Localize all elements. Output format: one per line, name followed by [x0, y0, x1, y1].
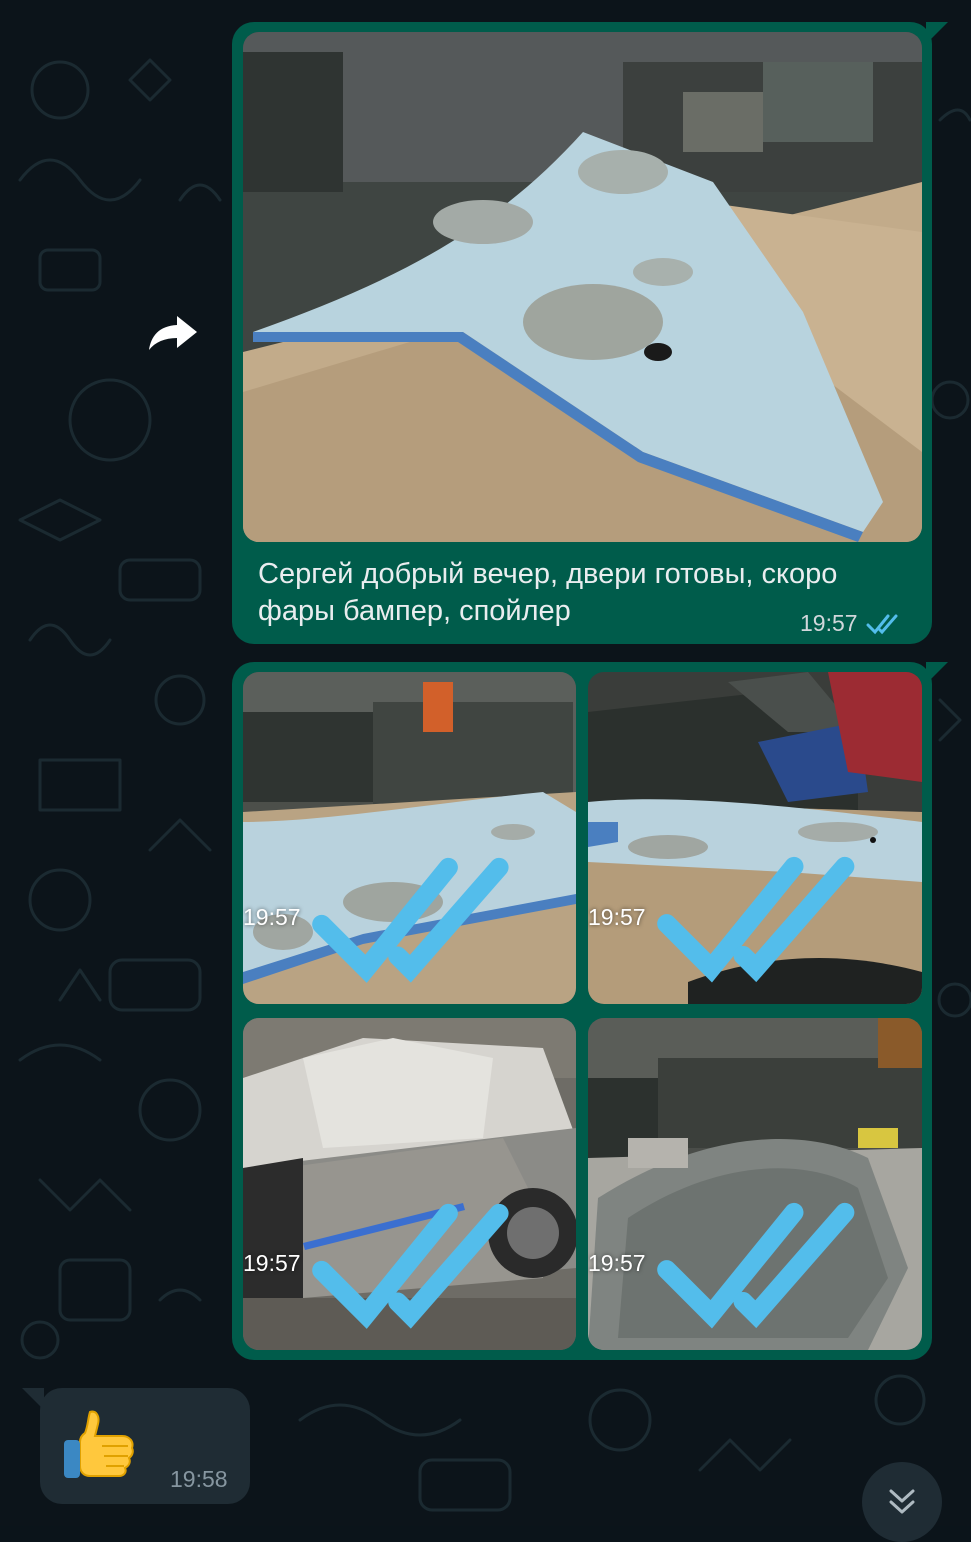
photo-meta: 19:57: [588, 1187, 908, 1340]
read-receipt-icon: [311, 1203, 509, 1329]
read-receipt-icon: [656, 1203, 854, 1329]
message-time: 19:58: [170, 1466, 228, 1492]
photo-time: 19:57: [243, 1250, 301, 1277]
album-photo-3[interactable]: 19:57: [243, 1018, 576, 1350]
album-photo-2[interactable]: 19:57: [588, 672, 922, 1004]
message-meta: 19:57: [800, 610, 906, 637]
double-chevron-down-icon: [889, 1489, 915, 1514]
message-photo[interactable]: [243, 32, 922, 542]
photo-fender-closeup: [243, 32, 922, 542]
bubble-tail: [926, 662, 948, 684]
scroll-to-bottom-button[interactable]: [862, 1462, 942, 1542]
message-time: 19:57: [800, 610, 858, 636]
photo-time: 19:57: [588, 904, 646, 931]
album-photo-4[interactable]: 19:57: [588, 1018, 922, 1350]
thumbs-up-icon: [64, 1410, 134, 1478]
photo-meta: 19:57: [243, 842, 562, 994]
photo-meta: 19:57: [588, 841, 908, 994]
photo-time: 19:57: [243, 904, 301, 931]
bubble-tail: [926, 22, 948, 44]
photo-time: 19:57: [588, 1250, 646, 1277]
forward-button[interactable]: [146, 310, 200, 354]
bubble-tail: [22, 1388, 44, 1410]
album-photo-1[interactable]: 19:57: [243, 672, 576, 1004]
read-receipt-icon: [656, 857, 854, 983]
forward-arrow-icon: [149, 316, 197, 350]
read-receipt-icon: [866, 614, 898, 634]
read-receipt-icon: [311, 857, 509, 983]
photo-meta: 19:57: [243, 1188, 562, 1340]
